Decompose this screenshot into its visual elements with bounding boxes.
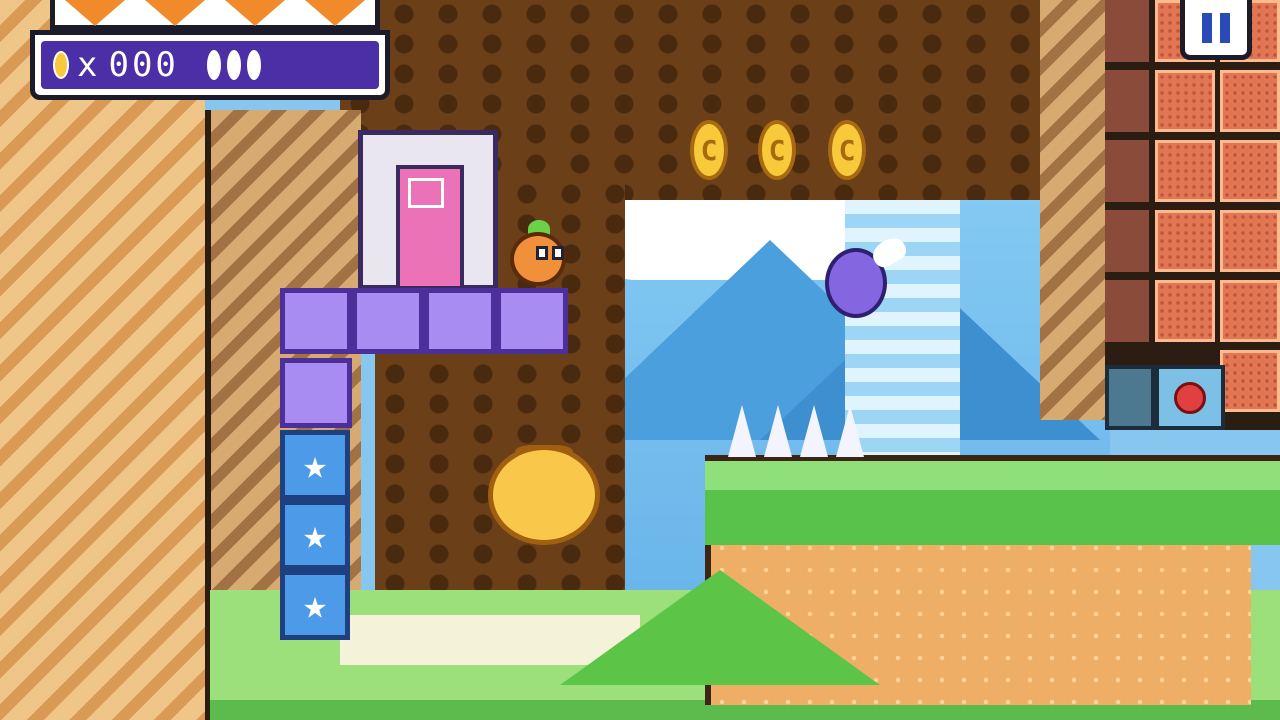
player-character [510,220,570,288]
heart-icon [145,0,205,26]
hud-panel: x 000 [30,30,390,100]
left-wall [0,0,205,720]
pause-icon [1202,12,1212,43]
coin[interactable]: C [828,120,866,180]
star-block: ★ [280,500,350,570]
heart-icon [305,0,365,26]
coin[interactable]: C [690,120,728,180]
pause-icon [1220,12,1230,43]
gem-icon [206,50,221,80]
switch-block[interactable] [1155,365,1225,430]
star-block-column: ★ ★ ★ [280,430,350,640]
switch-housing [1105,365,1155,430]
coin[interactable]: C [758,120,796,180]
spike-row [728,405,864,457]
coin-icon [53,51,69,79]
coin-pouch[interactable] [488,445,600,545]
heart-icon [65,0,125,26]
health-bar [50,0,380,30]
spike [800,405,828,457]
spike [764,405,792,457]
platform-grass-edge [705,490,1280,545]
purple-block [280,288,352,354]
spike [836,405,864,457]
coin-multiplier: x [77,45,101,85]
gem-icon [226,50,241,80]
right-wall [1040,0,1110,420]
spike [728,405,756,457]
heart-icon [225,0,285,26]
purple-block [280,358,352,428]
grass-tuft [560,570,880,685]
star-block: ★ [280,570,350,640]
gem-slots [206,50,261,80]
purple-block [424,288,496,354]
star-block: ★ [280,430,350,500]
hero-eye [536,246,548,260]
red-button[interactable] [1174,381,1206,414]
purple-block [352,288,424,354]
purple-block [496,288,568,354]
coin-counter: 000 [108,45,179,85]
gem-icon [246,50,261,80]
purple-block-ledge [280,288,568,354]
pause-button[interactable] [1180,0,1252,60]
hero-eye [552,246,564,260]
door-window [408,178,444,208]
